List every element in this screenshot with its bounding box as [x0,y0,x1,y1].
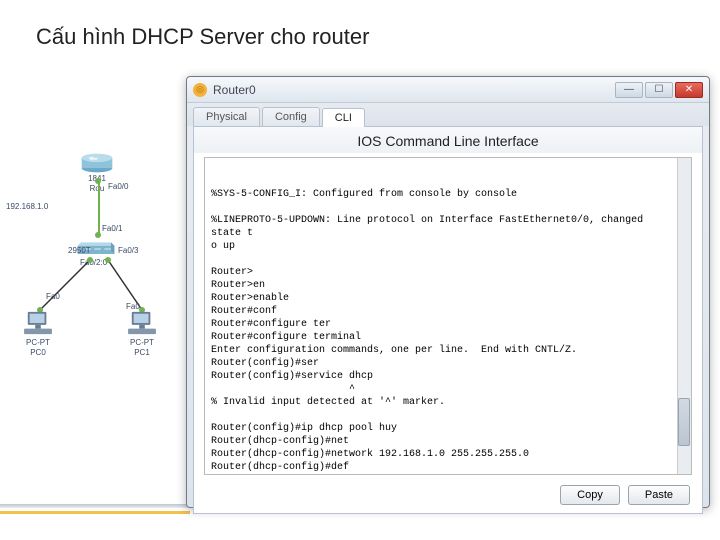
network-topology: 1841 Rou Fa0/0 192.168.1.0 Fa0/1 2950T F… [6,152,181,412]
router-if: Fa0/0 [108,182,128,192]
link-line [98,180,100,236]
slide-footer-bar [0,504,190,508]
pc1-type: PC-PT [128,338,156,348]
minimize-button[interactable]: — [615,82,643,98]
tab-bar: Physical Config CLI [187,103,709,126]
panel-header: IOS Command Line Interface [194,127,702,153]
maximize-button[interactable]: ☐ [645,82,673,98]
tab-cli[interactable]: CLI [322,108,365,127]
app-icon: ◎ [193,83,207,97]
cli-panel: IOS Command Line Interface %SYS-5-CONFIG… [193,126,703,514]
tab-physical[interactable]: Physical [193,107,260,126]
pc-icon [24,310,52,336]
copy-button[interactable]: Copy [560,485,620,505]
pc0-name: PC0 [24,348,52,358]
cli-terminal[interactable]: %SYS-5-CONFIG_I: Configured from console… [204,157,692,475]
pc0-if: Fa0 [46,292,60,302]
close-button[interactable]: ✕ [675,82,703,98]
subnet-label: 192.168.1.0 [6,202,48,212]
scrollbar-thumb[interactable] [678,398,690,446]
window-title: Router0 [213,83,615,97]
link-dot [95,232,101,238]
scrollbar[interactable] [677,158,691,474]
pc1-name: PC1 [128,348,156,358]
switch-up-if: Fa0/1 [102,224,122,234]
slide-footer-accent [0,511,190,514]
router-icon [80,152,114,174]
link-dot [95,178,101,184]
tab-config[interactable]: Config [262,107,320,126]
pc-icon [128,310,156,336]
page-title: Cấu hình DHCP Server cho router [36,24,369,50]
titlebar[interactable]: ◎ Router0 — ☐ ✕ [187,77,709,103]
router-window: ◎ Router0 — ☐ ✕ Physical Config CLI IOS … [186,76,710,508]
paste-button[interactable]: Paste [628,485,690,505]
pc0-type: PC-PT [24,338,52,348]
